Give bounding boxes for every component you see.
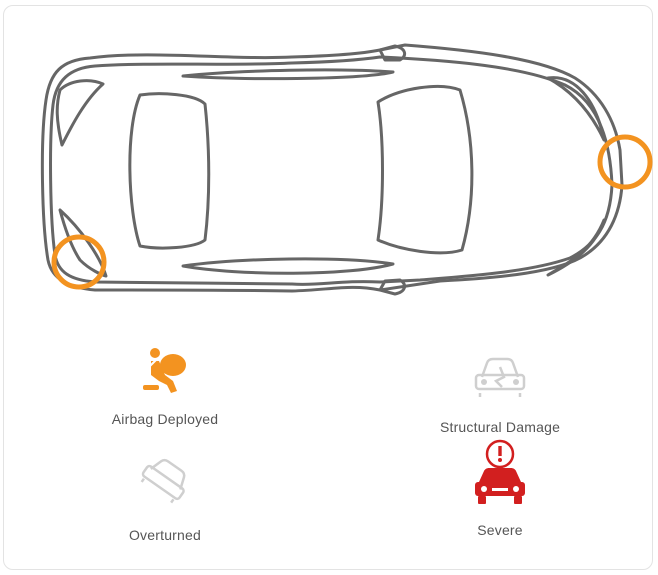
car-outline (40, 43, 624, 296)
structural-damage-label: Structural Damage (439, 419, 561, 435)
indicator-overturned: Overturned (100, 455, 230, 543)
overturned-label: Overturned (128, 527, 202, 543)
severe-label: Severe (477, 522, 523, 538)
indicator-structural-damage: Structural Damage (430, 355, 570, 435)
vehicle-diagram (40, 43, 653, 296)
airbag-label: Airbag Deployed (111, 411, 219, 427)
indicator-severe: Severe (435, 438, 565, 538)
indicator-airbag: Airbag Deployed (100, 345, 230, 427)
airbag-icon (143, 348, 186, 393)
car-alert-icon (475, 439, 525, 504)
car-damage-icon (474, 357, 526, 397)
overturned-car-icon (140, 458, 186, 504)
impact-marker-front (597, 134, 653, 190)
